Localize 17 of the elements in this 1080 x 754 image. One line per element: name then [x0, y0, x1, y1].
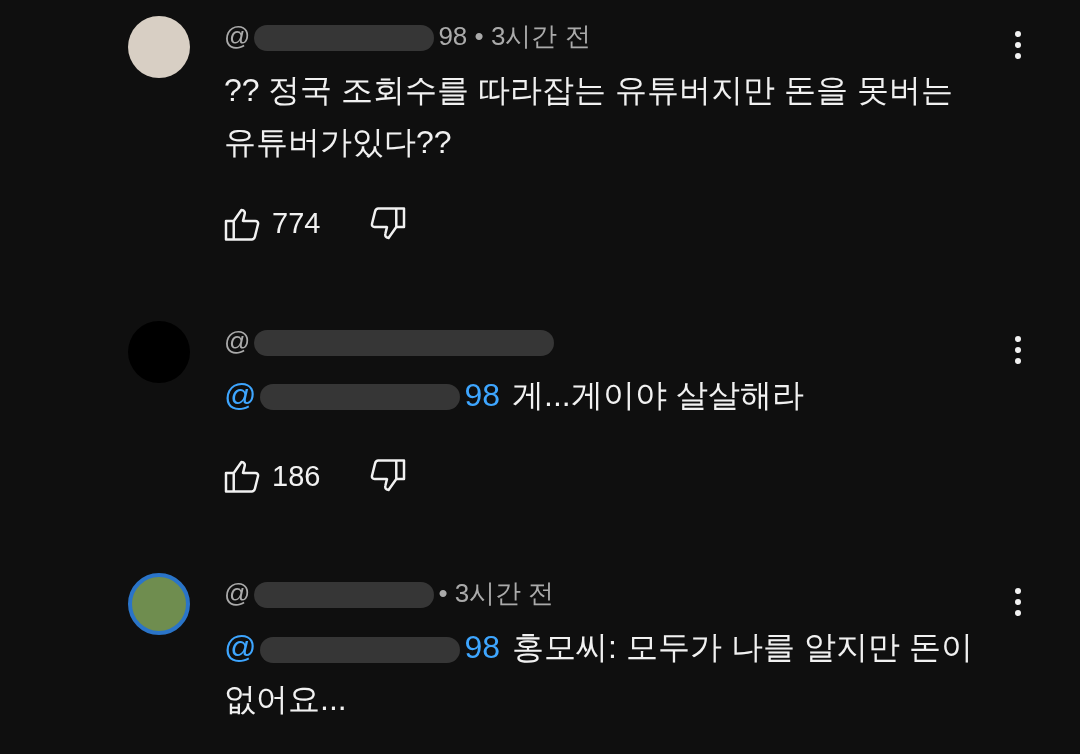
comment-author[interactable]: @ 98 • 3시간 전 — [224, 16, 591, 56]
thumbs-up-icon[interactable] — [224, 459, 262, 494]
mention-link[interactable]: @ 98 — [224, 376, 501, 413]
thumbs-down-icon[interactable] — [368, 206, 406, 241]
thumbs-up-icon[interactable] — [224, 206, 262, 241]
more-options-icon[interactable] — [1014, 587, 1022, 617]
comment-author[interactable]: @ • 3시간 전 — [224, 573, 555, 613]
more-options-icon[interactable] — [1014, 334, 1022, 365]
like-count: 774 — [272, 206, 322, 241]
comment-author[interactable]: @ — [224, 320, 559, 361]
thumbs-down-icon[interactable] — [368, 459, 406, 494]
like-count: 186 — [272, 458, 322, 494]
comment-text: @ 98 홍모씨: 모두가 나를 알지만 돈이 없어요... — [224, 628, 974, 719]
comment-text: ?? 정국 조회수를 따라잡는 유튜버지만 돈을 못버는 유튜버가있다?? — [224, 71, 954, 162]
more-options-icon[interactable] — [1014, 30, 1022, 60]
mention-link[interactable]: @ 98 — [224, 629, 501, 665]
comment-text: @ 98 게...게이야 살살해라 — [224, 375, 805, 415]
